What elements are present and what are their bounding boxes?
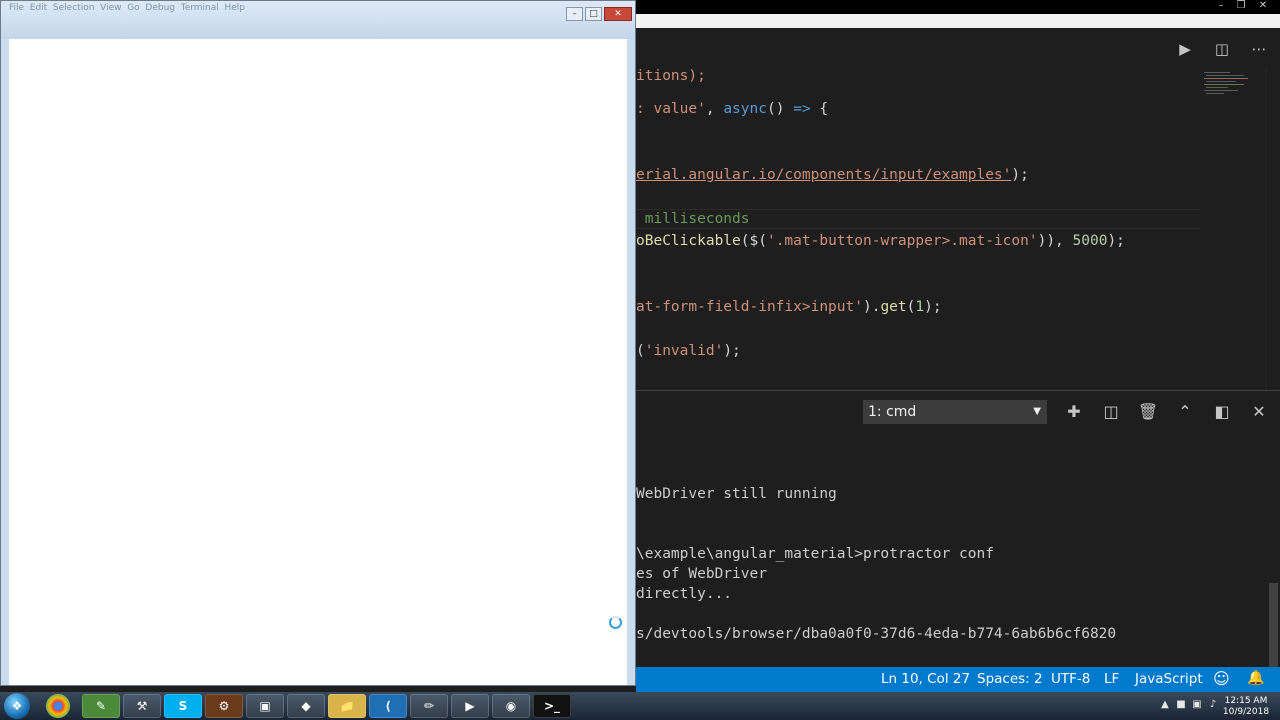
- browser-titlebar[interactable]: File Edit Selection View Go Debug Termin…: [1, 1, 635, 39]
- code-token: itions);: [636, 68, 706, 84]
- chrome-icon[interactable]: [46, 694, 70, 718]
- chevron-down-icon: ▼: [1033, 406, 1041, 417]
- code-token: );: [924, 299, 942, 315]
- close-icon[interactable]: ✕: [604, 7, 632, 21]
- code-token: 'invalid': [644, 343, 724, 359]
- gear-icon[interactable]: ⚙: [205, 694, 243, 718]
- code-token: erial.angular.io/components/input/exampl…: [636, 167, 1012, 183]
- smiley-icon[interactable]: ☺: [1213, 669, 1230, 688]
- split-editor-icon[interactable]: ◫: [1211, 38, 1233, 60]
- terminal-line: \example\angular_material>protractor con…: [636, 546, 994, 562]
- code-token: {: [810, 101, 829, 117]
- remote-desktop-icon[interactable]: ▣: [246, 694, 284, 718]
- bell-icon[interactable]: 🔔: [1247, 670, 1264, 686]
- tray-arrow-icon[interactable]: ▲: [1159, 699, 1171, 711]
- tool-icon[interactable]: ⚒: [123, 694, 161, 718]
- end-of-line[interactable]: LF: [1104, 671, 1119, 687]
- restore-icon[interactable]: ❐: [1232, 0, 1250, 14]
- more-actions-icon[interactable]: ⋯: [1248, 38, 1270, 60]
- browser-viewport[interactable]: [9, 39, 627, 685]
- split-terminal-icon[interactable]: ◫: [1099, 400, 1123, 424]
- run-icon[interactable]: ▶: [1174, 38, 1196, 60]
- notepad-icon[interactable]: ✎: [82, 694, 120, 718]
- language-mode[interactable]: JavaScript: [1135, 671, 1203, 687]
- code-line: milliseconds: [636, 211, 750, 227]
- minimize-icon[interactable]: –: [1212, 0, 1230, 14]
- terminal-line: es of WebDriver: [636, 566, 767, 582]
- code-line: : value', async() => {: [636, 101, 828, 117]
- code-token: ,: [705, 101, 724, 117]
- close-icon[interactable]: ✕: [1254, 0, 1272, 14]
- paint-icon[interactable]: ✏: [410, 694, 448, 718]
- windows-start-icon[interactable]: ❖: [4, 693, 30, 719]
- code-token: );: [1107, 233, 1125, 249]
- app-icon[interactable]: ▶: [451, 694, 489, 718]
- code-token: async: [723, 101, 767, 117]
- code-token: ($(: [740, 233, 767, 249]
- taskbar: ❖ ✎ ⚒ S ⚙ ▣ ◆ 📁 ⟨ ✏ ▶ ◉ >_ ▲ ■ ▣ ♪ 12:15…: [0, 692, 1280, 720]
- clock-date[interactable]: 10/9/2018: [1222, 707, 1270, 717]
- terminal-scrollbar[interactable]: [1269, 583, 1278, 668]
- code-line: itions);: [636, 68, 706, 84]
- code-token: value': [653, 101, 706, 117]
- code-token: =>: [793, 101, 811, 117]
- maximize-icon[interactable]: □: [585, 7, 602, 21]
- code-line: at-form-field-infix>input').get(1);: [636, 299, 942, 315]
- close-panel-icon[interactable]: ✕: [1247, 400, 1271, 424]
- editor-scrollbar[interactable]: [1266, 68, 1280, 390]
- clock-time[interactable]: 12:15 AM: [1222, 696, 1270, 706]
- editor-tab-strip: [636, 14, 1280, 28]
- code-token: at-form-field-infix>input': [636, 299, 863, 315]
- editor-actions-bar: ▶ ◫ ⋯: [636, 28, 1280, 68]
- network-icon[interactable]: ▣: [1191, 699, 1203, 711]
- code-token: );: [723, 343, 741, 359]
- terminal-select[interactable]: 1: cmd ▼: [863, 400, 1047, 424]
- code-token: '.mat-button-wrapper>.mat-icon': [766, 233, 1038, 249]
- panel-toggle-icon[interactable]: ◧: [1210, 400, 1234, 424]
- code-line: erial.angular.io/components/input/exampl…: [636, 167, 1029, 183]
- code-token: (): [766, 101, 794, 117]
- terminal-line: WebDriver still running: [636, 486, 837, 502]
- code-token: :: [636, 101, 654, 117]
- tray-app-icon[interactable]: ■: [1175, 699, 1187, 711]
- new-terminal-icon[interactable]: ✚: [1062, 400, 1086, 424]
- cmd-icon[interactable]: >_: [533, 694, 571, 718]
- terminal-line: directly...: [636, 586, 733, 602]
- loading-spinner-icon: [609, 616, 622, 629]
- code-token: 1: [915, 299, 925, 315]
- code-line: ('invalid');: [636, 343, 741, 359]
- code-token: oBeClickable: [636, 233, 741, 249]
- git-icon[interactable]: ◆: [287, 694, 325, 718]
- browser-window: File Edit Selection View Go Debug Termin…: [0, 0, 636, 686]
- encoding[interactable]: UTF-8: [1051, 671, 1090, 687]
- cursor-position[interactable]: Ln 10, Col 27: [881, 671, 970, 687]
- minimize-icon[interactable]: –: [566, 7, 583, 21]
- terminal-line: s/devtools/browser/dba0a0f0-37d6-4eda-b7…: [636, 626, 1117, 642]
- code-token: (: [636, 343, 645, 359]
- code-token: )),: [1037, 233, 1073, 249]
- vscode-icon[interactable]: ⟨: [369, 694, 407, 718]
- chevron-up-icon[interactable]: ⌃: [1173, 400, 1197, 424]
- code-token: );: [1011, 167, 1029, 183]
- code-editor[interactable]: itions);: value', async() => {erial.angu…: [636, 68, 1200, 390]
- code-token: ).: [862, 299, 881, 315]
- code-token: milliseconds: [636, 211, 750, 227]
- terminal-select-value: 1: cmd: [868, 404, 917, 420]
- minimap[interactable]: [1200, 68, 1266, 390]
- status-bar: Ln 10, Col 27 Spaces: 2 UTF-8 LF JavaScr…: [636, 667, 1280, 692]
- volume-icon[interactable]: ♪: [1207, 699, 1219, 711]
- background-menu-text: File Edit Selection View Go Debug Termin…: [9, 3, 246, 13]
- code-line: oBeClickable($('.mat-button-wrapper>.mat…: [636, 233, 1125, 249]
- trash-icon[interactable]: 🗑: [1136, 400, 1160, 424]
- skype-icon[interactable]: S: [164, 694, 202, 718]
- terminal-panel: 1: cmd ▼ ✚ ◫ 🗑 ⌃ ◧ ✕ WebDriver still run…: [636, 390, 1280, 668]
- code-token: get: [880, 299, 907, 315]
- indentation[interactable]: Spaces: 2: [977, 671, 1043, 687]
- obs-icon[interactable]: ◉: [492, 694, 530, 718]
- code-token: 5000: [1072, 233, 1108, 249]
- folder-icon[interactable]: 📁: [328, 694, 366, 718]
